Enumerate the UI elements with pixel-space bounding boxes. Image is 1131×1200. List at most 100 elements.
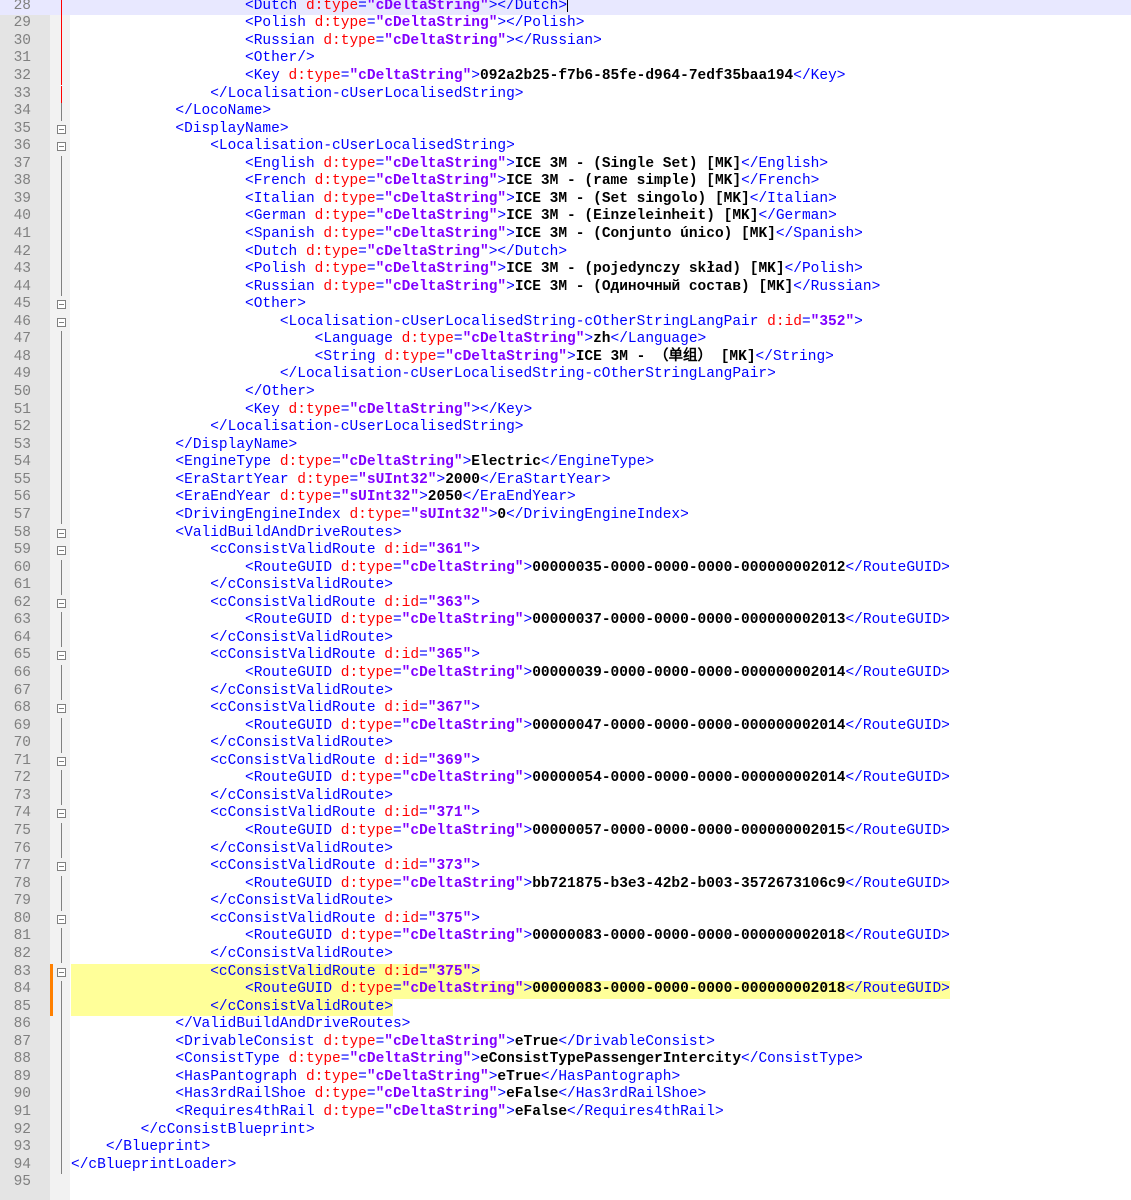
fold-guide: [61, 243, 62, 262]
line-number: 32: [13, 67, 31, 84]
xml-text: 00000054-0000-0000-0000-000000002014: [532, 770, 846, 787]
code-line[interactable]: 31 <Other/>: [0, 50, 1131, 68]
code-line[interactable]: 32 <Key d:type="cDeltaString">092a2b25-f…: [0, 67, 1131, 86]
fold-toggle-icon[interactable]: [57, 862, 66, 872]
code-line[interactable]: 74 <cConsistValidRoute d:id="371">: [0, 805, 1131, 823]
xml-attribute-value: "cDeltaString": [401, 875, 524, 892]
code-line[interactable]: 77 <cConsistValidRoute d:id="373">: [0, 858, 1131, 876]
code-line[interactable]: 56 <EraEndYear d:type="sUInt32">2050</Er…: [0, 489, 1131, 507]
xml-tag: </RouteGUID>: [845, 981, 950, 998]
code-line[interactable]: 87 <DrivableConsist d:type="cDeltaString…: [0, 1033, 1131, 1052]
code-line[interactable]: 44 <Russian d:type="cDeltaString">ICE 3M…: [0, 278, 1131, 297]
code-line[interactable]: 47 <Language d:type="cDeltaString">zh</L…: [0, 331, 1131, 349]
fold-toggle-icon[interactable]: [57, 809, 66, 819]
code-line[interactable]: 78 <RouteGUID d:type="cDeltaString">bb72…: [0, 875, 1131, 894]
code-line[interactable]: 42 <Dutch d:type="cDeltaString"></Dutch>: [0, 243, 1131, 262]
fold-toggle-icon[interactable]: [57, 914, 66, 924]
code-line[interactable]: 28 <Dutch d:type="cDeltaString"></Dutch>: [0, 0, 1131, 16]
code-line[interactable]: 37 <English d:type="cDeltaString">ICE 3M…: [0, 155, 1131, 174]
xml-attribute-value: "367": [427, 700, 472, 717]
fold-toggle-icon[interactable]: [57, 704, 66, 714]
code-line[interactable]: 38 <French d:type="cDeltaString">ICE 3M …: [0, 173, 1131, 191]
code-line[interactable]: 65 <cConsistValidRoute d:id="365">: [0, 647, 1131, 665]
code-line[interactable]: 34 </LocoName>: [0, 103, 1131, 121]
code-line[interactable]: 88 <ConsistType d:type="cDeltaString">eC…: [0, 1051, 1131, 1069]
code-line[interactable]: 39 <Italian d:type="cDeltaString">ICE 3M…: [0, 190, 1131, 209]
code-line[interactable]: 36 <Localisation-cUserLocalisedString>: [0, 138, 1131, 156]
code-line[interactable]: 33 </Localisation-cUserLocalisedString>: [0, 85, 1131, 104]
code-line[interactable]: 43 <Polish d:type="cDeltaString">ICE 3M …: [0, 261, 1131, 279]
code-line[interactable]: 60 <RouteGUID d:type="cDeltaString">0000…: [0, 559, 1131, 578]
fold-toggle-icon[interactable]: [57, 546, 66, 556]
fold-toggle-icon[interactable]: [57, 528, 66, 538]
code-line[interactable]: 54 <EngineType d:type="cDeltaString">Ele…: [0, 454, 1131, 472]
code-text: </cConsistValidRoute>: [71, 577, 393, 595]
line-number: 61: [13, 577, 31, 594]
fold-toggle-icon[interactable]: [57, 142, 66, 152]
code-line[interactable]: 46 <Localisation-cUserLocalisedString-cO…: [0, 314, 1131, 332]
code-line[interactable]: 89 <HasPantograph d:type="cDeltaString">…: [0, 1068, 1131, 1087]
code-line[interactable]: 71 <cConsistValidRoute d:id="369">: [0, 753, 1131, 771]
code-line[interactable]: 57 <DrivingEngineIndex d:type="sUInt32">…: [0, 506, 1131, 525]
code-line[interactable]: 49 </Localisation-cUserLocalisedString-c…: [0, 366, 1131, 384]
xml-tag: </cConsistValidRoute>: [210, 629, 393, 646]
code-line[interactable]: 53 </DisplayName>: [0, 436, 1131, 455]
xml-tag: </French>: [741, 173, 820, 190]
code-line[interactable]: 82 </cConsistValidRoute>: [0, 945, 1131, 964]
xml-attribute: d:type: [323, 225, 376, 242]
code-line[interactable]: 35 <DisplayName>: [0, 121, 1131, 139]
xml-attribute-value: "cDeltaString": [384, 190, 507, 207]
code-line[interactable]: 40 <German d:type="cDeltaString">ICE 3M …: [0, 208, 1131, 226]
code-line[interactable]: 72 <RouteGUID d:type="cDeltaString">0000…: [0, 770, 1131, 788]
xml-text: bb721875-b3e3-42b2-b003-3572673106c9: [532, 875, 846, 892]
code-line[interactable]: 81 <RouteGUID d:type="cDeltaString">0000…: [0, 928, 1131, 946]
code-line[interactable]: 93 </Blueprint>: [0, 1139, 1131, 1157]
code-line[interactable]: 58 <ValidBuildAndDriveRoutes>: [0, 525, 1131, 543]
code-line[interactable]: 70 </cConsistValidRoute>: [0, 735, 1131, 753]
code-line[interactable]: 62 <cConsistValidRoute d:id="363">: [0, 595, 1131, 613]
code-line[interactable]: 63 <RouteGUID d:type="cDeltaString">0000…: [0, 612, 1131, 630]
fold-toggle-icon[interactable]: [57, 124, 66, 134]
code-line[interactable]: 68 <cConsistValidRoute d:id="367">: [0, 700, 1131, 718]
code-line[interactable]: 79 </cConsistValidRoute>: [0, 893, 1131, 911]
fold-toggle-icon[interactable]: [57, 651, 66, 661]
code-line[interactable]: 92 </cConsistBlueprint>: [0, 1121, 1131, 1140]
code-line[interactable]: 55 <EraStartYear d:type="sUInt32">2000</…: [0, 471, 1131, 490]
code-line[interactable]: 69 <RouteGUID d:type="cDeltaString">0000…: [0, 717, 1131, 736]
code-line[interactable]: 90 <Has3rdRailShoe d:type="cDeltaString"…: [0, 1086, 1131, 1104]
fold-toggle-icon[interactable]: [57, 317, 66, 327]
code-line[interactable]: 67 </cConsistValidRoute>: [0, 682, 1131, 701]
code-line[interactable]: 73 </cConsistValidRoute>: [0, 787, 1131, 806]
code-line[interactable]: 75 <RouteGUID d:type="cDeltaString">0000…: [0, 823, 1131, 841]
code-line[interactable]: 51 <Key d:type="cDeltaString"></Key>: [0, 401, 1131, 420]
code-line[interactable]: 76 </cConsistValidRoute>: [0, 840, 1131, 859]
fold-toggle-icon[interactable]: [57, 756, 66, 766]
xml-tag: >: [471, 647, 480, 664]
code-line[interactable]: 41 <Spanish d:type="cDeltaString">ICE 3M…: [0, 225, 1131, 244]
code-line[interactable]: 50 </Other>: [0, 384, 1131, 402]
code-line[interactable]: 80 <cConsistValidRoute d:id="375">: [0, 911, 1131, 929]
code-line[interactable]: 52 </Localisation-cUserLocalisedString>: [0, 419, 1131, 437]
code-line[interactable]: 30 <Russian d:type="cDeltaString"></Russ…: [0, 32, 1131, 51]
xml-text: 00000083-0000-0000-0000-000000002018: [532, 928, 846, 945]
xml-tag: =: [419, 542, 428, 559]
code-line[interactable]: 83 <cConsistValidRoute d:id="375">: [0, 963, 1131, 982]
code-line[interactable]: 66 <RouteGUID d:type="cDeltaString">0000…: [0, 664, 1131, 683]
code-line[interactable]: 86 </ValidBuildAndDriveRoutes>: [0, 1016, 1131, 1034]
code-line[interactable]: 91 <Requires4thRail d:type="cDeltaString…: [0, 1103, 1131, 1122]
code-line[interactable]: 64 </cConsistValidRoute>: [0, 629, 1131, 648]
code-line[interactable]: 95: [0, 1174, 1131, 1192]
code-line[interactable]: 85 </cConsistValidRoute>: [0, 998, 1131, 1017]
code-line[interactable]: 29 <Polish d:type="cDeltaString"></Polis…: [0, 15, 1131, 33]
code-line[interactable]: 59 <cConsistValidRoute d:id="361">: [0, 542, 1131, 560]
code-editor[interactable]: 28 <Dutch d:type="cDeltaString"></Dutch>…: [0, 0, 1131, 1200]
code-line[interactable]: 61 </cConsistValidRoute>: [0, 577, 1131, 595]
fold-toggle-icon[interactable]: [57, 598, 66, 608]
code-line[interactable]: 45 <Other>: [0, 296, 1131, 314]
code-line[interactable]: 48 <String d:type="cDeltaString">ICE 3M …: [0, 348, 1131, 367]
code-line[interactable]: 84 <RouteGUID d:type="cDeltaString">0000…: [0, 981, 1131, 999]
code-line[interactable]: 94 </cBlueprintLoader>: [0, 1156, 1131, 1175]
code-text: <ConsistType d:type="cDeltaString">eCons…: [71, 1051, 862, 1069]
fold-toggle-icon[interactable]: [57, 300, 66, 310]
fold-toggle-icon[interactable]: [57, 967, 66, 977]
